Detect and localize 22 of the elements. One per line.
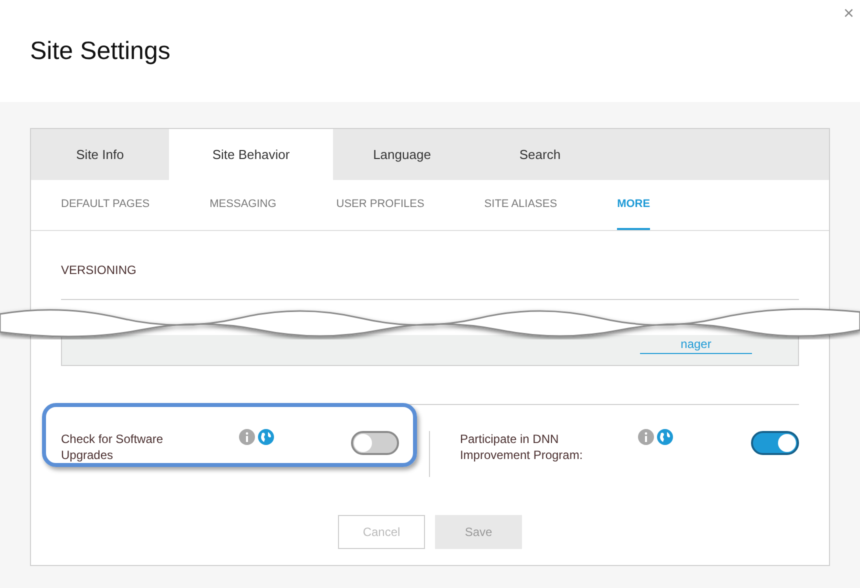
tab[interactable]: Site Behavior: [169, 129, 333, 180]
dialog-button[interactable]: Save: [435, 515, 522, 549]
section-title: VERSIONING: [61, 262, 138, 279]
setting-label: Participate in DNN Improvement Program:: [460, 431, 584, 463]
toggle-switch[interactable]: [751, 431, 799, 455]
tab[interactable]: Site Info: [31, 129, 169, 180]
globe-icon: [656, 429, 673, 445]
info-icon: [638, 429, 654, 445]
sub-tab[interactable]: DEFAULT PAGES: [61, 180, 150, 230]
info-icon: [239, 429, 255, 445]
dialog-title: Site Settings: [30, 36, 170, 68]
toggle-switch[interactable]: [350, 431, 399, 455]
link[interactable]: nager: [640, 335, 752, 354]
tab[interactable]: Language: [333, 129, 471, 180]
sub-tab[interactable]: USER PROFILES: [336, 180, 424, 230]
sub-tab[interactable]: SITE ALIASES: [484, 180, 558, 230]
sub-tab[interactable]: MORE: [617, 180, 650, 230]
globe-icon: [258, 429, 274, 445]
sub-tab[interactable]: MESSAGING: [210, 180, 276, 230]
close-button[interactable]: ×: [843, 4, 854, 22]
tab[interactable]: Search: [471, 129, 609, 180]
setting-label: Check for Software Upgrades: [61, 431, 164, 463]
